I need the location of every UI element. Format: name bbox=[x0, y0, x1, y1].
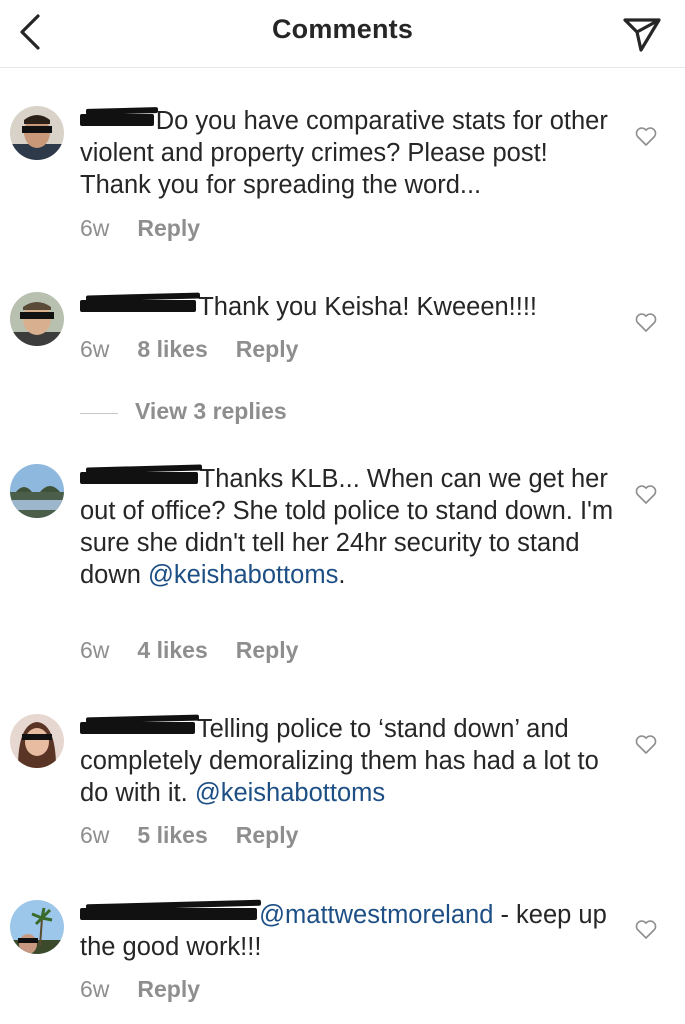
comment-text: tracestlion Thank you Keisha! Kweeen!!!! bbox=[80, 291, 620, 323]
comment-text: marjoyentl Thanks KLB... When can we get… bbox=[80, 463, 620, 591]
comment-body: Do you have comparative stats for other … bbox=[80, 107, 608, 199]
comment-time: 6w bbox=[80, 822, 110, 848]
heart-outline-icon[interactable] bbox=[634, 125, 658, 149]
comment-meta: 6w Reply bbox=[80, 976, 228, 1003]
reply-button[interactable]: Reply bbox=[137, 976, 200, 1002]
heart-outline-icon[interactable] bbox=[634, 311, 658, 335]
heart-outline-icon[interactable] bbox=[634, 483, 658, 507]
reply-button[interactable]: Reply bbox=[236, 822, 299, 848]
avatar[interactable] bbox=[10, 900, 64, 954]
avatar[interactable] bbox=[10, 292, 64, 346]
comment-username-redacted[interactable]: lisaannlo7 bbox=[80, 713, 199, 745]
comment-time: 6w bbox=[80, 976, 110, 1002]
mention-link[interactable]: @mattwestmoreland bbox=[259, 901, 493, 929]
comment-username-redacted[interactable]: flintedi bbox=[80, 105, 158, 137]
comment-username-redacted[interactable]: marjoyentl bbox=[80, 463, 202, 495]
share-button[interactable] bbox=[621, 12, 663, 54]
reply-button[interactable]: Reply bbox=[236, 336, 299, 362]
avatar[interactable] bbox=[10, 106, 64, 160]
comment-time: 6w bbox=[80, 215, 110, 241]
comment-text: lisaannlo7 Telling police to ‘stand down… bbox=[80, 713, 620, 809]
comment-time: 6w bbox=[80, 637, 110, 663]
heart-outline-icon[interactable] bbox=[634, 918, 658, 942]
comment-body-end: . bbox=[338, 561, 346, 589]
divider-line bbox=[80, 413, 118, 414]
likes-count[interactable]: 5 likes bbox=[137, 822, 207, 848]
mention-link[interactable]: @keishabottoms bbox=[148, 561, 338, 589]
reply-button[interactable]: Reply bbox=[236, 637, 299, 663]
avatar[interactable] bbox=[10, 464, 64, 518]
comment-text: kristinacdmentz @mattwestmoreland - keep… bbox=[80, 899, 620, 963]
comment-body: Thank you Keisha! Kweeen!!!! bbox=[198, 293, 538, 321]
reply-button[interactable]: Reply bbox=[137, 215, 200, 241]
comment-username-redacted[interactable]: kristinacdmentz bbox=[80, 899, 262, 931]
comment-meta: 6w 4 likes Reply bbox=[80, 637, 326, 664]
comment-meta: 6w Reply bbox=[80, 215, 228, 242]
likes-count[interactable]: 8 likes bbox=[137, 336, 207, 362]
heart-outline-icon[interactable] bbox=[634, 733, 658, 757]
page-title: Comments bbox=[271, 14, 414, 44]
comment-meta: 6w 5 likes Reply bbox=[80, 822, 326, 849]
view-replies-label: View 3 replies bbox=[135, 398, 287, 424]
comment-username-redacted[interactable]: tracestlion bbox=[80, 291, 201, 323]
mention-link[interactable]: @keishabottoms bbox=[195, 779, 385, 807]
comment-time: 6w bbox=[80, 336, 110, 362]
paper-plane-icon bbox=[623, 18, 661, 52]
avatar[interactable] bbox=[10, 714, 64, 768]
likes-count[interactable]: 4 likes bbox=[137, 637, 207, 663]
comment-text: flintedi Do you have comparative stats f… bbox=[80, 105, 620, 201]
header-bar: Comments bbox=[0, 0, 685, 68]
comment-meta: 6w 8 likes Reply bbox=[80, 336, 326, 363]
